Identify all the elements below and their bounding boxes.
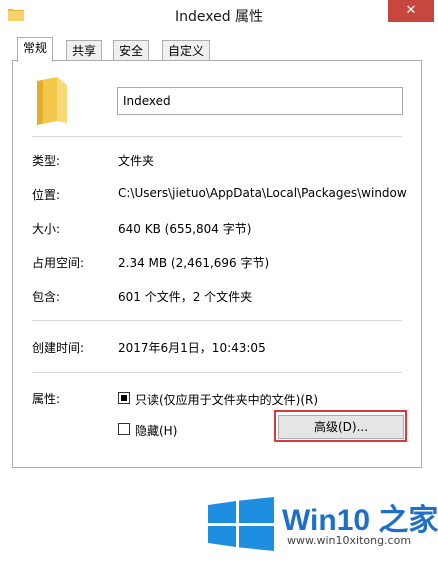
size-on-disk-value: 2.34 MB (2,461,696 字节) [118, 256, 270, 270]
title-bar[interactable]: Indexed 属性 ✕ [0, 0, 438, 30]
hidden-checkbox[interactable] [118, 423, 130, 435]
created-label: 创建时间: [32, 341, 85, 355]
contains-value: 601 个文件，2 个文件夹 [118, 290, 253, 304]
close-button[interactable]: ✕ [388, 0, 434, 22]
tab-sharing[interactable]: 共享 [66, 40, 103, 61]
separator [32, 372, 402, 373]
readonly-checkbox[interactable] [118, 392, 130, 404]
tab-customize[interactable]: 自定义 [162, 40, 211, 61]
folder-name-input[interactable] [117, 87, 403, 115]
folder-icon [37, 77, 67, 125]
readonly-label[interactable]: 只读(仅应用于文件夹中的文件)(R) [135, 391, 318, 408]
contains-label: 包含: [32, 290, 61, 304]
type-value: 文件夹 [118, 154, 155, 168]
advanced-button[interactable]: 高级(D)... [278, 415, 404, 439]
windows-logo-icon [208, 497, 274, 551]
hidden-label[interactable]: 隐藏(H) [135, 422, 177, 439]
separator [32, 320, 402, 321]
location-value[interactable]: C:\Users\jietuo\AppData\Local\Packages\w… [118, 186, 406, 200]
size-on-disk-label: 占用空间: [32, 256, 85, 270]
window-title: Indexed 属性 [174, 9, 264, 25]
location-label: 位置: [32, 188, 61, 202]
tab-general[interactable]: 常规 [17, 37, 54, 62]
watermark-url: www.win10xitong.com [287, 534, 412, 547]
size-value: 640 KB (655,804 字节) [118, 222, 252, 236]
attributes-label: 属性: [32, 392, 61, 406]
type-label: 类型: [32, 154, 61, 168]
separator [32, 136, 402, 137]
size-label: 大小: [32, 222, 61, 236]
tab-security[interactable]: 安全 [113, 40, 150, 61]
created-value: 2017年6月1日，10:43:05 [118, 341, 266, 355]
watermark-title: Win10 之家 [282, 504, 438, 537]
properties-window: Indexed 属性 ✕ 常规 共享 安全 自定义 类型: 文件夹 位置: C:… [0, 0, 438, 567]
